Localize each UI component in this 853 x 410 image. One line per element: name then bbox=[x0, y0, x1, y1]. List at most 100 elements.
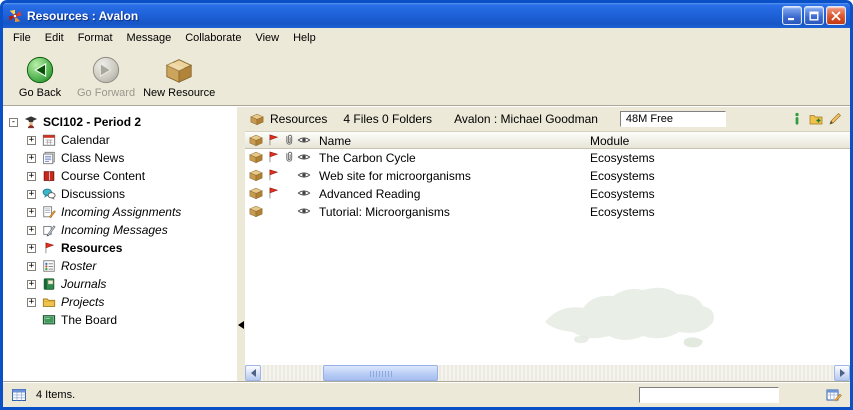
tree-item-class-news[interactable]: + Class News bbox=[3, 149, 237, 167]
expand-toggle[interactable]: + bbox=[27, 298, 36, 307]
tree-item-label: Calendar bbox=[61, 133, 110, 147]
maximize-button[interactable] bbox=[804, 6, 824, 25]
expand-toggle[interactable]: + bbox=[27, 280, 36, 289]
folder-tree-panel: - SCI102 - Period 2 + Calendar + Class News +C… bbox=[3, 107, 237, 381]
status-field bbox=[639, 387, 779, 403]
expand-toggle[interactable]: + bbox=[27, 244, 36, 253]
module-column-header[interactable]: Module bbox=[590, 133, 810, 149]
go-forward-button[interactable]: Go Forward bbox=[73, 51, 139, 101]
free-space-field: 48M Free bbox=[620, 111, 726, 127]
file-row-web-site-for-microorganisms[interactable]: Web site for microorganismsEcosystems bbox=[245, 167, 850, 185]
eye-column-icon[interactable] bbox=[297, 133, 311, 147]
expand-toggle[interactable]: + bbox=[27, 154, 36, 163]
tree-root-sci102-period-2[interactable]: - SCI102 - Period 2 bbox=[3, 113, 237, 131]
attachment-column-icon[interactable] bbox=[282, 133, 296, 147]
menu-item-view[interactable]: View bbox=[248, 29, 286, 47]
file-row-advanced-reading[interactable]: Advanced ReadingEcosystems bbox=[245, 185, 850, 203]
projects-icon bbox=[42, 295, 56, 309]
tree-item-calendar[interactable]: + Calendar bbox=[3, 131, 237, 149]
eye-icon bbox=[297, 150, 311, 164]
window-controls bbox=[782, 6, 846, 25]
name-column-header[interactable]: Name bbox=[319, 133, 585, 149]
new-folder-icon[interactable] bbox=[809, 112, 823, 126]
tree-item-course-content[interactable]: +Course Content bbox=[3, 167, 237, 185]
file-row-the-carbon-cycle[interactable]: The Carbon Cycle Ecosystems bbox=[245, 149, 850, 167]
flag-icon bbox=[266, 186, 280, 200]
tree-item-label: Discussions bbox=[61, 187, 125, 201]
scroll-left-icon bbox=[251, 369, 256, 377]
server-user-label: Avalon : Michael Goodman bbox=[454, 112, 598, 126]
info-icon[interactable] bbox=[790, 112, 804, 126]
tree-item-label: Class News bbox=[61, 151, 124, 165]
board-icon bbox=[42, 313, 56, 327]
tree-item-incoming-messages[interactable]: +Incoming Messages bbox=[3, 221, 237, 239]
expand-toggle[interactable]: + bbox=[27, 226, 36, 235]
status-view-icon[interactable] bbox=[11, 387, 27, 403]
go-forward-icon bbox=[91, 55, 121, 85]
expand-toggle[interactable]: - bbox=[9, 118, 18, 127]
expand-toggle[interactable]: + bbox=[27, 172, 36, 181]
scrollbar-thumb[interactable] bbox=[323, 365, 438, 381]
collapse-panel-icon[interactable] bbox=[238, 321, 244, 329]
menu-item-format[interactable]: Format bbox=[71, 29, 120, 47]
toolbar-button-label: New Resource bbox=[143, 87, 215, 99]
eye-icon bbox=[297, 204, 311, 218]
tree-item-the-board[interactable]: The Board bbox=[3, 311, 237, 329]
status-bar: 4 Items. bbox=[3, 381, 850, 407]
status-edit-icon[interactable] bbox=[826, 387, 842, 403]
title-bar[interactable]: Resources : Avalon bbox=[3, 3, 850, 28]
resource-column-icon[interactable] bbox=[249, 133, 263, 147]
file-module: Ecosystems bbox=[590, 150, 810, 166]
main-area: - SCI102 - Period 2 + Calendar + Class News +C… bbox=[3, 106, 850, 381]
discussions-icon bbox=[42, 187, 56, 201]
file-name: The Carbon Cycle bbox=[319, 150, 585, 166]
tree-item-discussions[interactable]: + Discussions bbox=[3, 185, 237, 203]
menu-item-message[interactable]: Message bbox=[120, 29, 179, 47]
file-row-tutorial-microorganisms[interactable]: Tutorial: MicroorganismsEcosystems bbox=[245, 203, 850, 221]
tree-item-journals[interactable]: + Journals bbox=[3, 275, 237, 293]
go-back-button[interactable]: Go Back bbox=[7, 51, 73, 101]
menu-item-help[interactable]: Help bbox=[286, 29, 323, 47]
new-resource-button[interactable]: New Resource bbox=[139, 51, 219, 101]
go-back-icon bbox=[25, 55, 55, 85]
roster-icon bbox=[42, 259, 56, 273]
panel-splitter[interactable] bbox=[237, 107, 245, 381]
scroll-right-button[interactable] bbox=[834, 365, 850, 381]
expand-toggle[interactable]: + bbox=[27, 208, 36, 217]
tree-item-label: Roster bbox=[61, 259, 96, 273]
resources-folder-icon bbox=[250, 112, 264, 126]
resource-item-icon bbox=[249, 204, 263, 218]
app-icon bbox=[8, 9, 22, 23]
scroll-left-button[interactable] bbox=[245, 365, 261, 381]
close-button[interactable] bbox=[826, 6, 846, 25]
expand-toggle[interactable]: + bbox=[27, 136, 36, 145]
minimize-button[interactable] bbox=[782, 6, 802, 25]
flag-icon bbox=[266, 168, 280, 182]
expand-toggle[interactable]: + bbox=[27, 262, 36, 271]
tree-item-label: The Board bbox=[61, 313, 117, 327]
tree-item-label: Incoming Assignments bbox=[61, 205, 181, 219]
file-module: Ecosystems bbox=[590, 204, 810, 220]
resource-list-panel: Resources 4 Files 0 Folders Avalon : Mic… bbox=[245, 107, 850, 381]
file-name: Web site for microorganisms bbox=[319, 168, 585, 184]
content-icon bbox=[42, 169, 56, 183]
edit-icon[interactable] bbox=[828, 112, 842, 126]
tree-item-incoming-assignments[interactable]: + Incoming Assignments bbox=[3, 203, 237, 221]
calendar-icon bbox=[42, 133, 56, 147]
horizontal-scrollbar bbox=[245, 365, 850, 381]
flag-column-icon[interactable] bbox=[266, 133, 280, 147]
resource-item-icon bbox=[249, 168, 263, 182]
expand-toggle[interactable]: + bbox=[27, 190, 36, 199]
tree-item-roster[interactable]: + Roster bbox=[3, 257, 237, 275]
tree-item-resources[interactable]: +Resources bbox=[3, 239, 237, 257]
scrollbar-track[interactable] bbox=[261, 365, 834, 381]
app-window: Resources : Avalon FileEditFormatMessage… bbox=[0, 0, 853, 410]
menu-item-collaborate[interactable]: Collaborate bbox=[178, 29, 248, 47]
menu-item-file[interactable]: File bbox=[6, 29, 38, 47]
tree-item-projects[interactable]: +Projects bbox=[3, 293, 237, 311]
menu-item-edit[interactable]: Edit bbox=[38, 29, 71, 47]
list-header: Resources 4 Files 0 Folders Avalon : Mic… bbox=[245, 107, 850, 132]
folder-tree: - SCI102 - Period 2 + Calendar + Class News +C… bbox=[3, 107, 237, 329]
tree-item-label: SCI102 - Period 2 bbox=[43, 115, 141, 129]
tree-item-label: Journals bbox=[61, 277, 106, 291]
